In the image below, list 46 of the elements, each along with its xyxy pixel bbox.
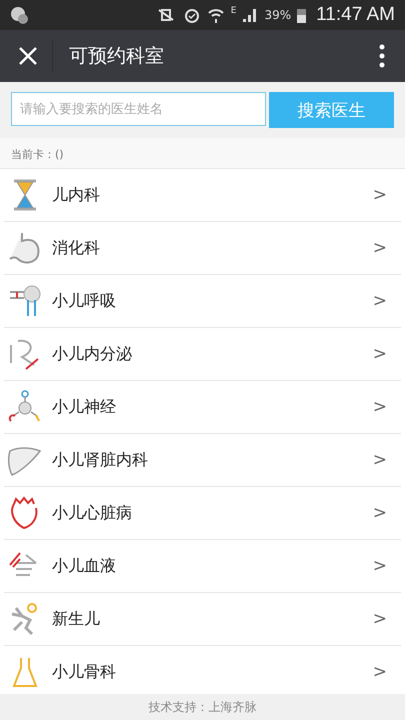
clock: 11:47 AM xyxy=(316,4,395,26)
page-title: 可预约科室 xyxy=(69,44,164,69)
more-icon[interactable] xyxy=(379,44,385,68)
department-item[interactable]: 儿内科 > xyxy=(4,169,401,222)
department-name: 小儿血液 xyxy=(52,556,116,576)
department-item[interactable]: 小儿肾脏内科 > xyxy=(4,434,401,487)
stomach-icon xyxy=(8,231,42,265)
alarm-icon xyxy=(182,6,201,24)
department-name: 小儿心脏病 xyxy=(52,502,132,524)
chevron: > xyxy=(372,238,387,258)
chevron: > xyxy=(372,609,387,629)
battery-icon xyxy=(297,7,306,23)
battery-percent: 39% xyxy=(264,8,292,22)
notification-icon xyxy=(10,6,28,24)
close-icon[interactable] xyxy=(18,46,38,66)
department-name: 小儿内分泌 xyxy=(52,344,132,364)
department-item[interactable]: 新生儿 > xyxy=(4,593,401,646)
department-item[interactable]: 小儿神经 > xyxy=(4,381,401,434)
department-name: 儿内科 xyxy=(52,184,100,206)
chevron: > xyxy=(372,344,387,364)
department-item[interactable]: 小儿血液 > xyxy=(4,540,401,593)
lungs-icon xyxy=(8,284,42,318)
department-item[interactable]: 小儿内分泌 > xyxy=(4,328,401,381)
current-card-label: 当前卡：() xyxy=(0,138,405,169)
department-item[interactable]: 小儿心脏病 > xyxy=(4,487,401,540)
chevron: > xyxy=(372,185,387,205)
signal-icon xyxy=(242,7,258,23)
search-field[interactable]: 请输入要搜索的医生姓名 xyxy=(11,92,266,126)
chevron: > xyxy=(372,556,387,576)
department-name: 小儿神经 xyxy=(52,396,116,418)
chevron: > xyxy=(372,662,387,682)
wifi-icon xyxy=(206,6,225,24)
department-name: 新生儿 xyxy=(52,608,100,630)
department-item[interactable]: 消化科 > xyxy=(4,222,401,275)
department-name: 消化科 xyxy=(52,238,100,258)
molecule-icon xyxy=(8,390,42,424)
chevron: > xyxy=(372,291,387,311)
chevron: > xyxy=(372,397,387,417)
department-name: 小儿肾脏内科 xyxy=(52,450,148,470)
department-name: 小儿骨科 xyxy=(52,662,116,682)
footer-credit: 技术支持：上海齐脉 xyxy=(0,694,405,720)
department-item[interactable]: 小儿呼吸 > xyxy=(4,275,401,328)
department-name: 小儿呼吸 xyxy=(52,290,116,312)
chevron: > xyxy=(372,450,387,470)
network-type: E xyxy=(230,6,236,16)
chevron: > xyxy=(372,503,387,523)
